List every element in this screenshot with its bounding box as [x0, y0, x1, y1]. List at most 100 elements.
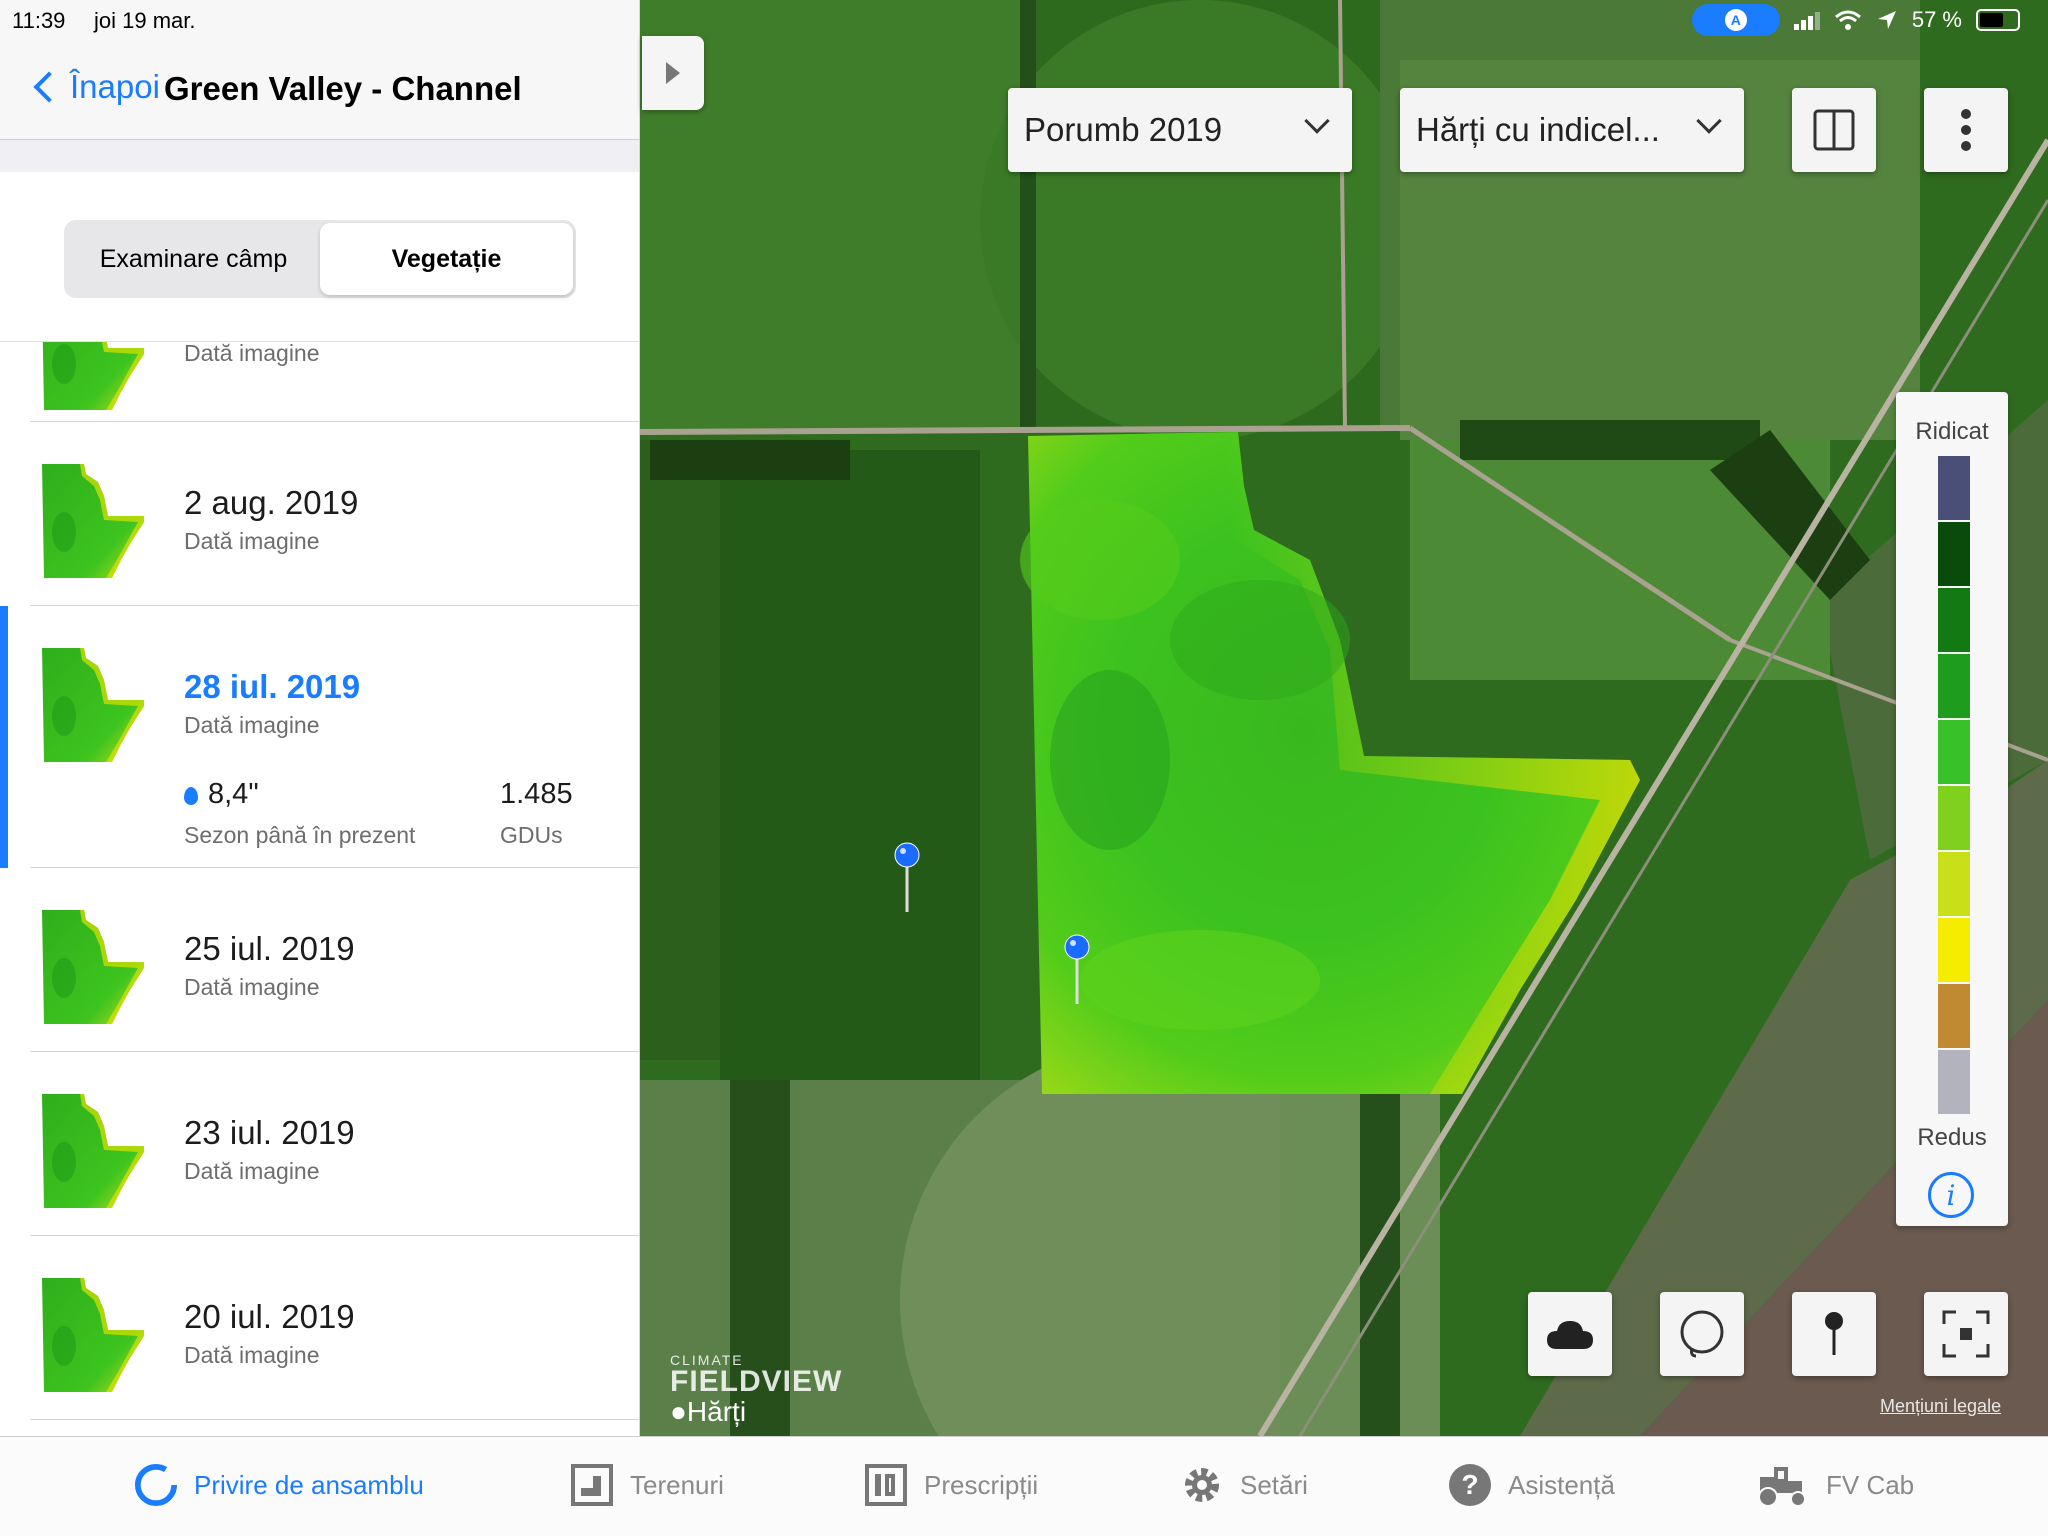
segment-area: Examinare câmp Vegetație [0, 172, 639, 342]
pin-icon [1825, 1312, 1843, 1355]
back-button[interactable]: Înapoi [28, 68, 160, 106]
battery-icon [1976, 9, 2020, 31]
chevron-down-icon [1696, 108, 1722, 134]
list-item[interactable]: 2 aug. 2019 Dată imagine [0, 422, 639, 606]
split-view-icon [1813, 109, 1855, 151]
signal-icon [1793, 12, 1820, 30]
tab-label: Asistență [1508, 1469, 1615, 1500]
tab-bar: Privire de ansamblu Terenuri Prescripții… [0, 1436, 2048, 1536]
apple-maps-label: ●Hărți [670, 1396, 747, 1427]
legend-swatch [1938, 918, 1970, 982]
collapse-panel-button[interactable] [642, 36, 704, 110]
status-date: joi 19 mar. [94, 8, 196, 33]
fullscreen-button[interactable] [1924, 1292, 2008, 1376]
fields-icon [570, 1463, 614, 1507]
cloud-button[interactable] [1528, 1292, 1612, 1376]
apple-logo-icon: ● [670, 1396, 687, 1427]
satellite-map[interactable] [640, 0, 2048, 1436]
tab-fields[interactable]: Terenuri [570, 1463, 724, 1507]
legend-swatch [1938, 720, 1970, 784]
scouting-pin-icon[interactable] [1064, 934, 1090, 1004]
drop-pin-button[interactable] [1792, 1292, 1876, 1376]
legend-swatch [1938, 984, 1970, 1048]
gdu-label: GDUs [500, 822, 563, 848]
item-subtitle: Dată imagine [184, 712, 320, 738]
list-item[interactable]: Dată imagine [0, 342, 639, 422]
wifi-icon [1834, 10, 1861, 30]
fieldview-watermark: CLIMATE FIELDVIEW ●Hărți [670, 1352, 842, 1428]
triangle-right-icon [666, 62, 680, 84]
view-segmented-control: Examinare câmp Vegetație [64, 220, 576, 298]
legend-swatch [1938, 456, 1970, 520]
item-subtitle: Dată imagine [184, 1158, 320, 1184]
tab-prescriptions[interactable]: Prescripții [864, 1463, 1038, 1507]
svg-text:?: ? [1461, 1469, 1478, 1500]
tab-fv-cab[interactable]: FV Cab [1752, 1463, 1914, 1507]
overview-ring-icon [134, 1463, 178, 1507]
segment-field-review[interactable]: Examinare câmp [67, 223, 320, 295]
rain-label: Sezon până în prezent [184, 822, 416, 848]
navigation-indicator: A [1691, 4, 1780, 36]
legend-low-label: Redus [1917, 1124, 1987, 1151]
split-view-button[interactable] [1792, 88, 1876, 172]
info-icon[interactable]: i [1928, 1172, 1974, 1218]
legend-swatch [1938, 1050, 1970, 1114]
header-spacer [0, 140, 639, 172]
item-date: 20 iul. 2019 [184, 1298, 355, 1335]
navigation-arrow-icon: A [1724, 9, 1747, 31]
help-icon: ? [1448, 1463, 1492, 1507]
item-subtitle: Dată imagine [184, 1342, 320, 1368]
tab-settings[interactable]: Setări [1180, 1463, 1308, 1507]
layer-dropdown-value: Hărți cu indicel... [1416, 111, 1660, 148]
tab-label: FV Cab [1826, 1469, 1915, 1500]
item-date: 2 aug. 2019 [184, 484, 359, 521]
lasso-icon [1680, 1310, 1724, 1358]
fullscreen-icon [1942, 1310, 1990, 1358]
selection-accent [0, 606, 8, 868]
more-options-button[interactable] [1924, 88, 2008, 172]
legend-high-label: Ridicat [1915, 418, 1989, 445]
tab-overview[interactable]: Privire de ansamblu [134, 1463, 424, 1507]
tab-label: Terenuri [630, 1469, 724, 1500]
status-bar: 11:39 joi 19 mar. A 57 % [0, 0, 2048, 40]
scouting-pin-icon[interactable] [894, 842, 920, 912]
legend-swatch [1938, 654, 1970, 718]
page-title: Green Valley - Channel [164, 70, 522, 107]
satellite-imagery [640, 0, 2048, 1436]
item-date: 23 iul. 2019 [184, 1114, 355, 1151]
list-item-selected[interactable]: 28 iul. 2019 Dată imagine 8,4" Sezon pân… [0, 606, 639, 868]
chevron-left-icon [33, 71, 65, 103]
gdu-value: 1.485 [500, 778, 573, 810]
field-thumbnail [40, 646, 146, 764]
tab-label: Setări [1240, 1469, 1308, 1500]
season-dropdown-value: Porumb 2019 [1024, 111, 1223, 148]
segment-vegetation[interactable]: Vegetație [320, 223, 573, 295]
list-item[interactable]: 25 iul. 2019 Dată imagine [0, 868, 639, 1052]
left-panel: Înapoi Green Valley - Channel Examinare … [0, 0, 640, 1436]
cloud-icon [1547, 1321, 1593, 1349]
tractor-icon [1752, 1463, 1810, 1507]
field-thumbnail [40, 462, 146, 580]
lasso-button[interactable] [1660, 1292, 1744, 1376]
tab-label: Prescripții [924, 1469, 1039, 1500]
location-arrow-icon [1877, 11, 1896, 29]
list-item[interactable]: 20 iul. 2019 Dată imagine [0, 1236, 639, 1420]
season-dropdown[interactable]: Porumb 2019 [1008, 88, 1352, 172]
field-thumbnail [40, 342, 146, 412]
status-time: 11:39 [12, 8, 66, 33]
field-thumbnail [40, 1092, 146, 1210]
imagery-date-list: Dată imagine 2 aug. 2019 Dată imagine 28… [0, 342, 639, 1436]
watermark-big: FIELDVIEW [670, 1365, 843, 1398]
legend-swatch [1938, 522, 1970, 586]
more-icon [1961, 109, 1971, 151]
item-subtitle: Dată imagine [184, 974, 320, 1000]
legal-link[interactable]: Mențiuni legale [1880, 1396, 2001, 1417]
layer-dropdown[interactable]: Hărți cu indicel... [1400, 88, 1744, 172]
gear-icon [1180, 1463, 1224, 1507]
list-item[interactable]: 23 iul. 2019 Dată imagine [0, 1052, 639, 1236]
vegetation-legend: Ridicat Redus i [1896, 392, 2008, 1226]
item-subtitle: Dată imagine [184, 342, 320, 366]
item-date: 25 iul. 2019 [184, 930, 355, 967]
tab-help[interactable]: ? Asistență [1448, 1463, 1615, 1507]
rain-metric: 8,4" [184, 778, 259, 811]
